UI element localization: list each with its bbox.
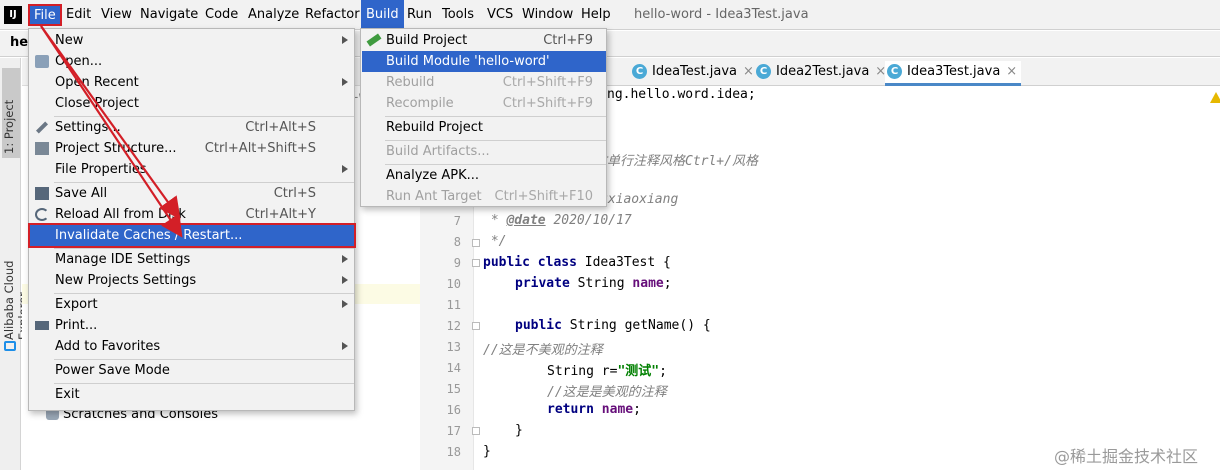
red-arrow-to-invalidate (40, 25, 183, 238)
red-arrow-to-settings (40, 25, 181, 220)
annotation-arrows (40, 25, 183, 238)
